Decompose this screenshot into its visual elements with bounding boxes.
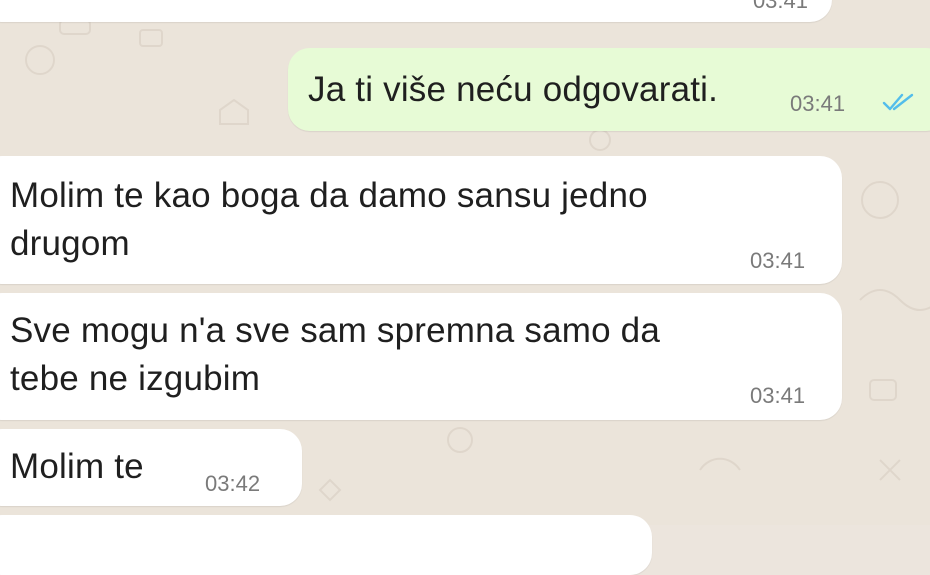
message-time: 03:42 xyxy=(205,471,261,496)
message-text: Ja ti više neću odgovarati. xyxy=(308,70,719,109)
message-text: Sve mogu n'a sve sam spremna samo da teb… xyxy=(10,311,661,398)
double-check-icon xyxy=(882,92,916,117)
message-bubble-incoming[interactable]: Sve mogu n'a sve sam spremna samo da teb… xyxy=(0,293,842,420)
message-bubble-incoming[interactable]: Molim te 03:42 xyxy=(0,429,302,506)
message-bubble-incoming[interactable]: 03:41 xyxy=(0,0,832,22)
message-time: 03:41 xyxy=(750,383,806,408)
message-bubble-outgoing[interactable]: Ja ti više neću odgovarati. 03:41 xyxy=(288,48,930,131)
message-text: Molim te kao boga da damo sansu jedno dr… xyxy=(10,176,648,263)
message-text: Molim te xyxy=(10,447,144,486)
message-time: 03:41 xyxy=(790,91,846,116)
message-bubble-incoming[interactable] xyxy=(0,515,652,575)
message-bubble-incoming[interactable]: Molim te kao boga da damo sansu jedno dr… xyxy=(0,156,842,284)
message-time: 03:41 xyxy=(750,248,806,273)
message-time: 03:41 xyxy=(752,0,808,13)
